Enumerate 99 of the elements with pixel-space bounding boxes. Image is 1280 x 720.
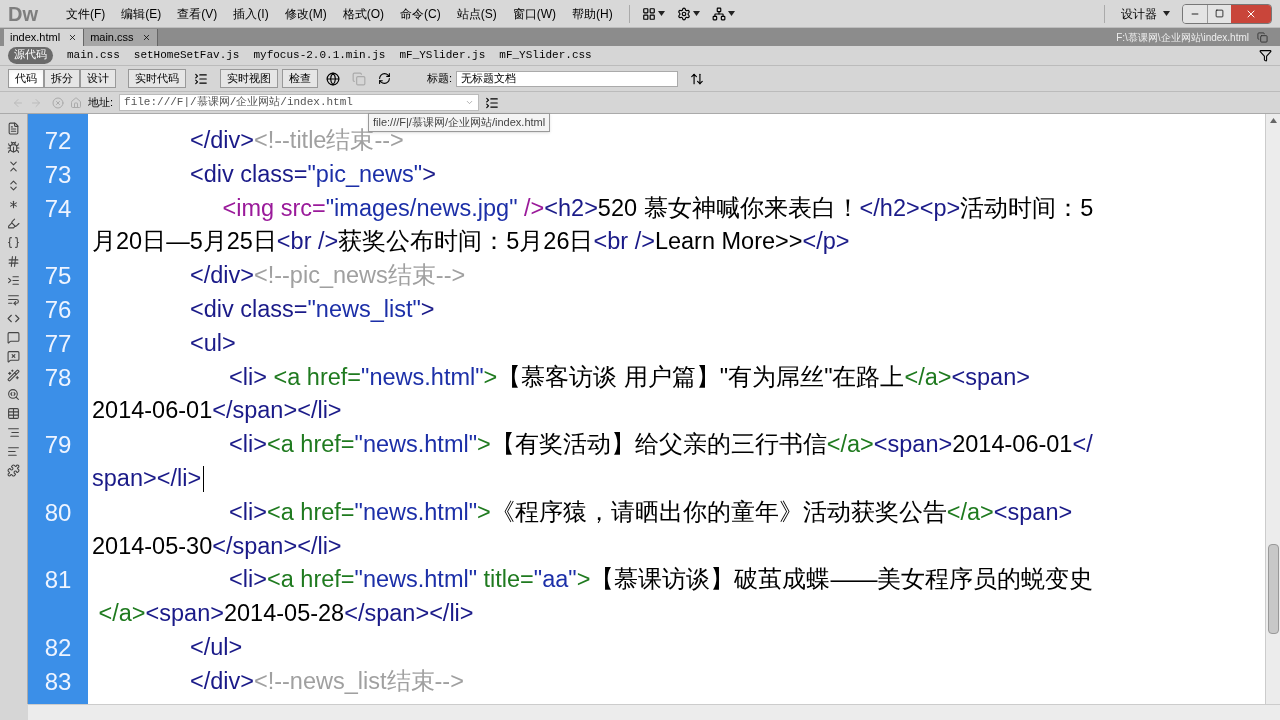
code-line: </div><!--news_list结束-->	[188, 666, 464, 696]
scroll-up-icon[interactable]	[1269, 118, 1277, 123]
layout-icon	[641, 6, 656, 21]
restore-icon[interactable]	[1257, 31, 1268, 43]
code-line: </a><span>2014-05-28</span></li>	[97, 599, 475, 629]
code-line: <div class="pic_news">	[188, 159, 436, 189]
related-file[interactable]: main.css	[67, 47, 120, 64]
menu-item[interactable]: 修改(M)	[276, 4, 335, 23]
line-number: 79	[43, 430, 73, 461]
line-number: 74	[43, 193, 73, 224]
menu-item[interactable]: 插入(I)	[225, 4, 277, 23]
dropdown-arrow-icon	[657, 11, 665, 16]
indent-right-icon[interactable]	[7, 426, 20, 439]
code-line: 2014-05-30</span></li>	[92, 531, 343, 561]
maximize-icon	[1215, 9, 1224, 18]
bug-icon[interactable]	[7, 141, 20, 154]
address-field[interactable]: file:///F|/慕课网/企业网站/index.html	[119, 94, 480, 111]
related-file[interactable]: mF_YSlider.js	[399, 47, 486, 64]
app-logo: Dw	[8, 1, 38, 27]
code-line: <li><a href="news.html">【有奖活动】给父亲的三行书信</a><span>2014-06-01</	[228, 430, 1093, 460]
view-button[interactable]: 拆分	[44, 69, 80, 88]
line-number: 76	[43, 295, 73, 325]
menu-item[interactable]: 格式(O)	[334, 4, 392, 23]
settings-icon	[676, 6, 691, 21]
menu-item[interactable]: 窗口(W)	[504, 4, 564, 23]
menu-item[interactable]: 站点(S)	[448, 4, 505, 23]
menu-item[interactable]: 查看(V)	[169, 4, 226, 23]
tooltip: file:///F|/慕课网/企业网站/index.html	[368, 113, 551, 132]
line-number: 75	[43, 261, 73, 292]
menu-item[interactable]: 命令(C)	[392, 4, 449, 23]
code-line: <li><a href="news.html" title="aa">【慕课访谈】破茧成蝶——美女程序员的蜕变史	[228, 565, 1094, 595]
sort-icon[interactable]	[690, 71, 705, 86]
title-field[interactable]: 无标题文档	[456, 70, 679, 87]
live-code-button[interactable]: 实时代码	[128, 69, 186, 88]
related-file[interactable]: myfocus-2.0.1.min.js	[253, 47, 386, 64]
filter-icon[interactable]	[1259, 49, 1272, 62]
document-tab[interactable]: index.html	[4, 29, 85, 46]
live-view-button[interactable]: 实时视图	[220, 69, 278, 88]
related-file[interactable]: setHomeSetFav.js	[133, 47, 240, 64]
scroll-thumb[interactable]	[1267, 544, 1279, 634]
puzzle-icon[interactable]	[7, 464, 20, 477]
line-number: 82	[43, 632, 73, 663]
indent-icon[interactable]	[7, 274, 20, 287]
code-line: <li><a href="news.html">《程序猿，请晒出你的童年》活动获奖公告</a><span>	[228, 497, 1073, 527]
dropdown-arrow-icon	[727, 11, 735, 16]
code-line: </ul>	[188, 632, 243, 662]
braces-icon[interactable]	[7, 236, 20, 249]
file-path: F:\慕课网\企业网站\index.html	[1116, 30, 1249, 45]
highlighter-icon[interactable]	[7, 217, 20, 230]
workspace-switcher[interactable]: 设计器	[1113, 4, 1178, 23]
line-number: 73	[43, 159, 73, 190]
line-number: 81	[43, 565, 73, 596]
comment-icon[interactable]	[7, 331, 20, 344]
view-button[interactable]: 代码	[8, 69, 44, 88]
related-file[interactable]: mF_YSlider.css	[499, 47, 592, 64]
asterisk-icon[interactable]	[7, 198, 20, 211]
remove-comment-icon[interactable]	[7, 350, 20, 363]
menu-item[interactable]: 帮助(H)	[564, 4, 621, 23]
globe-icon[interactable]	[326, 71, 340, 86]
line-number: 83	[43, 666, 73, 697]
dropdown-arrow-icon	[692, 11, 700, 16]
minimize-button[interactable]	[1183, 4, 1207, 23]
dropdown-arrow-icon	[1163, 11, 1170, 16]
view-button[interactable]: 设计	[80, 69, 116, 88]
code-line: <img src="images/news.jpg" /><h2>520 慕女神喊你来表白！</h2><p>活动时间：5	[221, 193, 1094, 223]
search-code-icon[interactable]	[7, 388, 20, 401]
document-tab[interactable]: main.css	[84, 29, 158, 46]
wrap-icon[interactable]	[7, 293, 20, 306]
maximize-button[interactable]	[1207, 4, 1231, 23]
code-line: <li> <a href="news.html">【慕客访谈 用户篇】"有为屌丝"在路上</a><span>	[228, 362, 1030, 392]
code-icon[interactable]	[7, 312, 20, 325]
title-label: 标题:	[427, 71, 453, 87]
line-number: 80	[43, 497, 73, 528]
line-number: 77	[43, 328, 73, 359]
menu-item[interactable]: 文件(F)	[58, 4, 114, 23]
line-number: 72	[43, 126, 73, 156]
collapse-icon[interactable]	[7, 160, 20, 173]
file-icon[interactable]	[7, 122, 20, 135]
close-tab-icon[interactable]	[141, 33, 151, 42]
inspect-button[interactable]: 检查	[282, 69, 318, 88]
code-line: 月20日—5月25日<br />获奖公布时间：5月26日<br />Learn More>></p>	[92, 227, 851, 257]
table-icon[interactable]	[7, 407, 20, 420]
indent-left-icon[interactable]	[7, 445, 20, 458]
hash-icon[interactable]	[7, 255, 20, 268]
code-line: <div class="news_list">	[188, 295, 435, 324]
code-line: 2014-06-01</span></li>	[92, 396, 343, 426]
menu-item[interactable]: 编辑(E)	[113, 4, 170, 23]
code-line: </div><!--pic_news结束-->	[188, 261, 466, 291]
code-line: <ul>	[188, 328, 236, 358]
related-file[interactable]: 源代码	[8, 47, 53, 64]
address-label: 地址:	[88, 95, 114, 111]
expand-icon[interactable]	[7, 179, 20, 192]
line-number: 78	[43, 362, 73, 393]
refresh-icon[interactable]	[378, 72, 391, 85]
close-tab-icon[interactable]	[68, 33, 78, 42]
code-line: span></li>	[92, 461, 1093, 496]
wand-icon[interactable]	[7, 369, 20, 382]
options-icon[interactable]	[485, 95, 500, 110]
network-icon	[711, 6, 726, 21]
